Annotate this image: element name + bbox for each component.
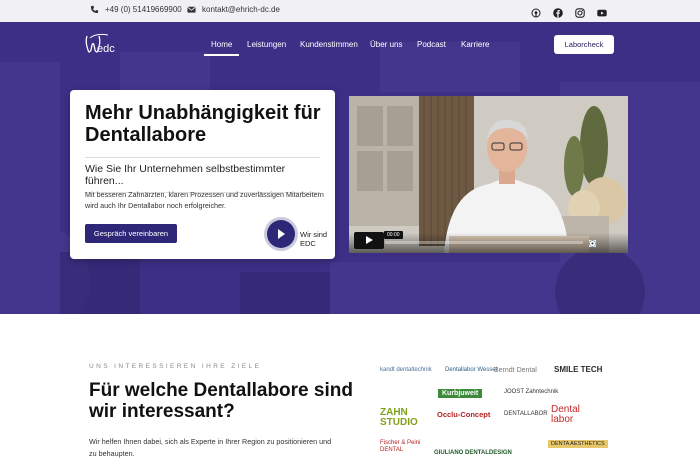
hero-section: edc Home Leistungen Kundenstimmen Über u… bbox=[0, 22, 700, 314]
hero-video[interactable]: 00:00 bbox=[349, 96, 628, 253]
logo-berndt: Berndt Dental bbox=[494, 367, 537, 374]
video-control-icons bbox=[589, 240, 622, 247]
logo-kurbjuweit: Kurbjuweit bbox=[438, 389, 483, 398]
logo-dental-labor: Dental labor bbox=[551, 404, 580, 425]
video-progress-bar[interactable] bbox=[385, 241, 583, 244]
logo-giuliano: GIULIANO DENTALDESIGN bbox=[434, 450, 512, 456]
logo-denta-aesthetics: DENTA AESTHETICS bbox=[548, 440, 608, 448]
video-frame bbox=[349, 96, 628, 253]
phone-number[interactable]: +49 (0) 51419669900 bbox=[105, 5, 182, 14]
top-contact-bar: +49 (0) 51419669900 kontakt@ehrich-dc.de bbox=[0, 0, 700, 22]
logo-smiletech: SMILE TECH bbox=[554, 365, 603, 374]
video-play-icon[interactable] bbox=[354, 232, 384, 249]
hero-title: Mehr Unabhängigkeit für Dentallabore bbox=[85, 102, 321, 146]
logo-zahnstudio: ZAHN STUDIO bbox=[380, 407, 418, 428]
phone-contact[interactable]: +49 (0) 51419669900 bbox=[90, 5, 182, 14]
nav-podcast[interactable]: Podcast bbox=[417, 40, 446, 49]
hero-subtitle: Wie Sie Ihr Unternehmen selbstbestimmter… bbox=[85, 157, 320, 193]
youtube-icon[interactable] bbox=[597, 5, 607, 17]
appointment-button[interactable]: Gespräch vereinbaren bbox=[85, 224, 177, 243]
play-icon[interactable] bbox=[267, 220, 295, 248]
social-links bbox=[531, 5, 607, 18]
nav-karriere[interactable]: Karriere bbox=[461, 40, 489, 49]
video-time: 00:00 bbox=[384, 231, 403, 239]
hero-card: Mehr Unabhängigkeit für Dentallabore Wie… bbox=[70, 90, 335, 259]
play-label[interactable]: Wir sind EDC bbox=[300, 230, 335, 248]
logo-fischer-peini: Fischer & Peini DENTAL bbox=[380, 440, 421, 453]
nav-home[interactable]: Home bbox=[211, 40, 232, 49]
email-contact[interactable]: kontakt@ehrich-dc.de bbox=[187, 5, 280, 14]
section-body: Wir helfen Ihnen dabei, sich als Experte… bbox=[89, 437, 332, 458]
section-eyebrow: UNS INTERESSIEREN IHRE ZIELE bbox=[89, 363, 262, 370]
podcast-icon[interactable] bbox=[531, 5, 541, 18]
logo-joost: JOOST Zahntechnik bbox=[504, 389, 559, 395]
email-address[interactable]: kontakt@ehrich-dc.de bbox=[202, 5, 280, 14]
logo-wessel: Dentallabor Wessel bbox=[445, 367, 497, 373]
section-title: Für welche Dentallabore sind wir interes… bbox=[89, 380, 353, 422]
instagram-icon[interactable] bbox=[575, 5, 585, 18]
facebook-icon[interactable] bbox=[553, 5, 563, 18]
nav-kundenstimmen[interactable]: Kundenstimmen bbox=[300, 40, 358, 49]
nav-active-indicator bbox=[204, 54, 239, 56]
phone-icon bbox=[90, 5, 99, 14]
logo-dentallabor: DENTALLABOR bbox=[504, 411, 548, 417]
settings-icon[interactable] bbox=[589, 240, 609, 247]
hero-description: Mit besseren Zahnärzten, klaren Prozesse… bbox=[85, 190, 324, 210]
logo-occlu-concept: Occlu-Concept bbox=[437, 410, 491, 419]
fullscreen-icon[interactable] bbox=[589, 240, 622, 247]
nav-leistungen[interactable]: Leistungen bbox=[247, 40, 286, 49]
nav-ueber-uns[interactable]: Über uns bbox=[370, 40, 402, 49]
laborcheck-button[interactable]: Laborcheck bbox=[554, 35, 614, 54]
logo-kandt: kandt dentaltechnik bbox=[380, 367, 432, 373]
envelope-icon bbox=[187, 6, 196, 13]
client-logos: kandt dentaltechnik Dentallabor Wessel B… bbox=[370, 360, 620, 460]
